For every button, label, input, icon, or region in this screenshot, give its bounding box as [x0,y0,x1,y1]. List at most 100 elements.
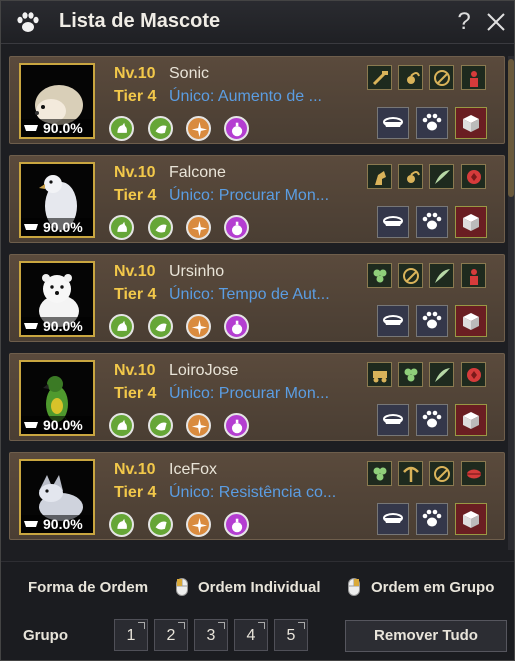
seal-pet-button[interactable] [455,107,487,139]
feed-button[interactable] [377,107,409,139]
pet-name: LoiroJose [169,362,239,379]
seal-pet-button[interactable] [455,305,487,337]
seal-pet-button[interactable] [455,206,487,238]
pet-tier: Tier 4 [114,187,157,204]
pet-trait[interactable] [398,65,423,90]
pet-trait[interactable] [398,164,423,189]
skill-button[interactable] [109,116,134,141]
hammer-trait-icon [372,71,388,86]
skill-button[interactable] [148,512,173,537]
pet-trait[interactable] [429,65,454,90]
pet-trait[interactable] [367,164,392,189]
pet-trait[interactable] [367,65,392,90]
skill-button[interactable] [186,413,211,438]
pet-card[interactable]: 90.0% Nv.10 Tier 4 Falcone Único: Procurar M… [9,155,505,243]
pet-trait[interactable] [461,461,486,486]
group-2-button[interactable]: 2 [154,619,188,651]
wing-trait-icon [435,269,450,283]
pet-trait[interactable] [461,65,486,90]
figure-trait-icon [470,269,478,285]
pet-info-button[interactable] [416,503,448,535]
skill-button[interactable] [224,116,249,141]
pet-list-window: Lista de Mascote ? 90.0% Nv.10 Tier 4 Sonic… [0,0,515,661]
box-icon [463,115,479,132]
pet-trait[interactable] [398,263,423,288]
box-icon [463,412,479,429]
pet-trait[interactable] [429,362,454,387]
pet-trait[interactable] [429,461,454,486]
group-4-button[interactable]: 4 [234,619,268,651]
seal-pet-button[interactable] [455,404,487,436]
pet-trait[interactable] [398,461,423,486]
skill-button[interactable] [109,512,134,537]
skill-button[interactable] [148,215,173,240]
pet-portrait[interactable]: 90.0% [19,261,95,337]
pet-card[interactable]: 90.0% Nv.10 Tier 4 Ursinho Único: Tempo de A… [9,254,505,342]
help-button[interactable]: ? [453,9,475,35]
feed-button[interactable] [377,404,409,436]
pet-trait[interactable] [429,263,454,288]
paw-swipe-skill-icon [155,125,167,134]
pet-trait[interactable] [367,263,392,288]
pet-info-button[interactable] [416,107,448,139]
feed-button[interactable] [377,503,409,535]
pet-portrait[interactable]: 90.0% [19,63,95,139]
pet-portrait[interactable]: 90.0% [19,360,95,436]
pet-info-button[interactable] [416,404,448,436]
skill-button[interactable] [186,512,211,537]
pet-trait[interactable] [461,263,486,288]
feed-button[interactable] [377,206,409,238]
pet-unique-skill: Único: Tempo de Aut... [169,286,330,303]
pet-list[interactable]: 90.0% Nv.10 Tier 4 Sonic Único: Aumento de .… [1,56,507,550]
pet-info-button[interactable] [416,305,448,337]
pet-card[interactable]: 90.0% Nv.10 Tier 4 IceFox Único: Resistência… [9,452,505,540]
pet-trait[interactable] [367,362,392,387]
group-1-button[interactable]: 1 [114,619,148,651]
seal-pet-button[interactable] [455,503,487,535]
scrollbar-thumb[interactable] [508,59,514,197]
pet-trait[interactable] [461,362,486,387]
pet-level: Nv.10 [114,65,156,82]
individual-order-option[interactable]: Ordem Individual [198,579,321,596]
pet-tier: Tier 4 [114,484,157,501]
pet-trait[interactable] [461,164,486,189]
skill-button[interactable] [224,215,249,240]
compass-skill-icon [191,121,208,138]
skill-button[interactable] [224,512,249,537]
hunger-bar: 90.0% [21,515,93,533]
bowl-icon [383,216,403,226]
group-order-option[interactable]: Ordem em Grupo [371,579,494,596]
pet-trait[interactable] [367,461,392,486]
title-bar[interactable]: Lista de Mascote ? [1,1,514,44]
skill-button[interactable] [186,116,211,141]
skill-button[interactable] [148,116,173,141]
pet-portrait[interactable]: 90.0% [19,459,95,535]
skill-button[interactable] [186,314,211,339]
feed-button[interactable] [377,305,409,337]
group-label: Grupo [23,627,68,644]
pet-card[interactable]: 90.0% Nv.10 Tier 4 Sonic Único: Aumento de .… [9,56,505,144]
skill-button[interactable] [109,314,134,339]
pet-trait[interactable] [398,362,423,387]
pet-info-button[interactable] [416,206,448,238]
skill-button[interactable] [109,215,134,240]
skill-button[interactable] [224,314,249,339]
pet-trait[interactable] [429,164,454,189]
skill-button[interactable] [109,413,134,438]
group-3-button[interactable]: 3 [194,619,228,651]
group-5-button[interactable]: 5 [274,619,308,651]
skill-button[interactable] [148,413,173,438]
bowl-icon [24,125,38,131]
remove-all-button[interactable]: Remover Tudo [345,620,507,652]
pet-name: Sonic [169,65,210,82]
skill-button[interactable] [224,413,249,438]
hunger-value: 90.0% [43,219,83,235]
skill-button[interactable] [186,215,211,240]
pet-portrait[interactable]: 90.0% [19,162,95,238]
paw-swipe-skill-icon [155,521,167,530]
close-icon[interactable] [485,11,507,33]
paw-question-icon [422,410,442,428]
pet-unique-skill: Único: Resistência co... [169,484,337,501]
skill-button[interactable] [148,314,173,339]
pet-card[interactable]: 90.0% Nv.10 Tier 4 LoiroJose Único: Procurar… [9,353,505,441]
